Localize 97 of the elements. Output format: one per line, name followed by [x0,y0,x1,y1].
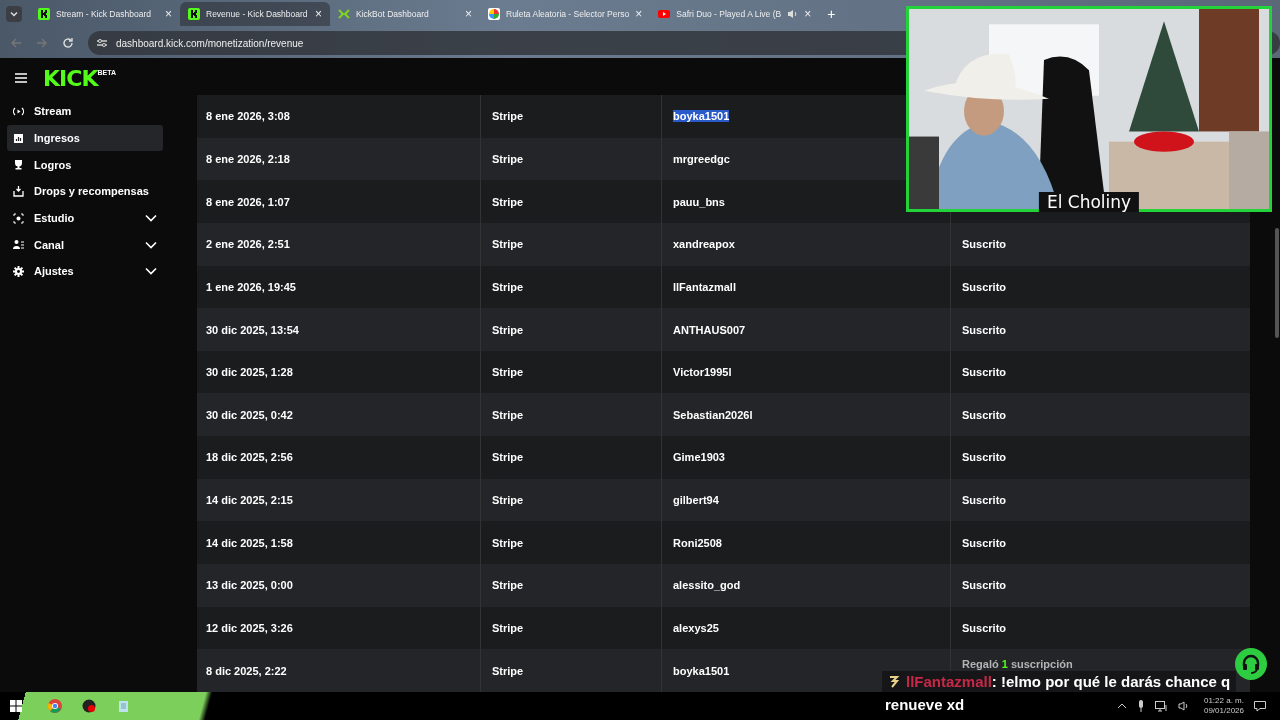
chat-username: llFantazmall [906,673,992,690]
close-tab-button[interactable]: × [635,7,643,21]
notification-icon[interactable] [1254,700,1266,712]
browser-tab[interactable]: Ruleta Aleatoria - Selector Perso × [480,2,651,26]
settings-icon [13,265,24,277]
date-cell: 8 ene 2026, 3:08 [197,95,481,138]
sidebar-item[interactable]: Ajustes [7,258,163,285]
close-tab-button[interactable]: × [465,7,472,21]
type-cell: Suscrito [962,622,1006,634]
sidebar-item[interactable]: Stream [7,98,163,125]
type-cell: Suscrito [962,366,1006,379]
username-cell: alessito_god [673,579,741,592]
type-cell: Suscrito [962,323,1006,336]
wheel-icon [488,8,500,20]
chart-icon [13,132,24,144]
username-cell: alexys25 [673,622,719,634]
people-icon [13,239,24,251]
broadcast-icon [13,105,24,117]
tab-title: Stream - Kick Dashboard [56,9,152,19]
date-cell: 18 dic 2025, 2:56 [197,436,481,479]
tab-search-button[interactable] [6,6,22,22]
date-cell: 8 ene 2026, 1:07 [197,180,481,223]
sidebar-item[interactable]: Canal [7,231,163,259]
date-cell: 13 dic 2025, 0:00 [197,564,481,607]
kick-logo-icon [188,8,200,20]
date-cell: 2 ene 2026, 2:51 [197,222,481,266]
payment-method-cell: Stripe [481,180,662,223]
browser-tab[interactable]: Stream - Kick Dashboard × [30,2,180,26]
username-cell: ANTHAUS007 [673,323,746,336]
scrollbar[interactable] [1275,228,1279,338]
sidebar-item[interactable]: Logros [7,151,163,179]
headset-icon[interactable] [1235,648,1267,680]
speaker-icon[interactable] [1177,701,1190,711]
type-cell: Suscrito [962,238,1006,251]
site-settings-icon[interactable] [96,37,108,49]
tab-title: Ruleta Aleatoria - Selector Perso [506,9,630,19]
chat-text: renueve xd [885,696,965,713]
type-cell: Suscrito [962,579,1006,592]
microphone-icon[interactable] [1136,700,1145,712]
payment-method-cell: Stripe [481,436,662,479]
type-cell: Suscrito [962,494,1006,507]
chevron-up-icon[interactable] [1116,703,1127,709]
type-cell: Suscrito [962,280,1006,293]
sidebar-item[interactable]: Drops y recompensas [7,178,163,205]
username-cell: Roni2508 [673,536,722,549]
new-tab-button[interactable]: + [827,6,836,22]
username-cell: mrgreedgc [673,152,730,165]
camera-frame-icon [13,212,24,224]
username-cell: Sebastian2026l [673,408,753,421]
browser-tab[interactable]: Safri Duo - Played A Live (B × [650,2,820,26]
browser-tab[interactable]: Revenue - Kick Dashboard × [180,2,330,26]
reload-icon[interactable] [62,37,74,49]
sidebar-item[interactable]: Estudio [7,204,163,232]
payment-method-cell: Stripe [481,564,662,607]
payment-method-cell: Stripe [481,649,662,692]
payment-method-cell: Stripe [481,95,662,138]
type-cell: Suscrito [962,536,1006,549]
clock-date[interactable]: 09/01/2026 [1203,706,1244,716]
payment-method-cell: Stripe [481,222,662,266]
username-cell: llFantazmall [673,280,736,293]
menu-icon[interactable] [15,73,27,83]
username-cell: xandreapox [673,238,735,251]
type-cell: Suscrito [962,451,1006,464]
date-cell: 30 dic 2025, 13:54 [197,308,481,351]
username-cell: boyka1501 [673,110,730,123]
chevron-down-icon [9,9,19,19]
bot-icon [338,8,350,20]
username-cell: boyka1501 [673,664,730,677]
username-cell: gilbert94 [673,494,719,507]
kick-logo-icon [38,8,50,20]
close-tab-button[interactable]: × [165,7,172,21]
tab-title: Revenue - Kick Dashboard [206,9,309,19]
type-cell: Regaló 1 suscripción [962,658,1073,671]
badge-icon [888,674,900,689]
close-tab-button[interactable]: × [315,7,322,21]
kick-logo[interactable]: KICK [43,65,98,91]
browser-tab[interactable]: KickBot Dashboard × [330,2,480,26]
username-cell: Gime1903 [673,451,725,464]
tray-icon [13,185,24,197]
chat-text: : !elmo por qué le darás chance q [991,673,1231,690]
username-cell: Victor1995l [673,366,732,379]
trophy-icon [13,159,24,171]
type-cell: Suscrito [962,408,1006,421]
tab-title: Safri Duo - Played A Live (B [676,9,782,19]
payment-method-cell: Stripe [481,308,662,351]
date-cell: 8 dic 2025, 2:22 [197,649,481,692]
browser-icon[interactable] [48,699,62,713]
play-icon [658,8,671,20]
streamer-name: El Choliny [1038,192,1140,212]
username-cell: pauu_bns [673,195,725,208]
record-app-icon[interactable] [82,699,96,713]
tab-title: KickBot Dashboard [356,9,430,19]
network-icon[interactable] [1154,700,1168,712]
clock-time[interactable]: 01:22 a. m. [1203,696,1244,706]
sidebar-item[interactable]: Ingresos [7,124,163,152]
windows-start-icon[interactable] [10,700,22,712]
close-tab-button[interactable]: × [804,7,812,21]
